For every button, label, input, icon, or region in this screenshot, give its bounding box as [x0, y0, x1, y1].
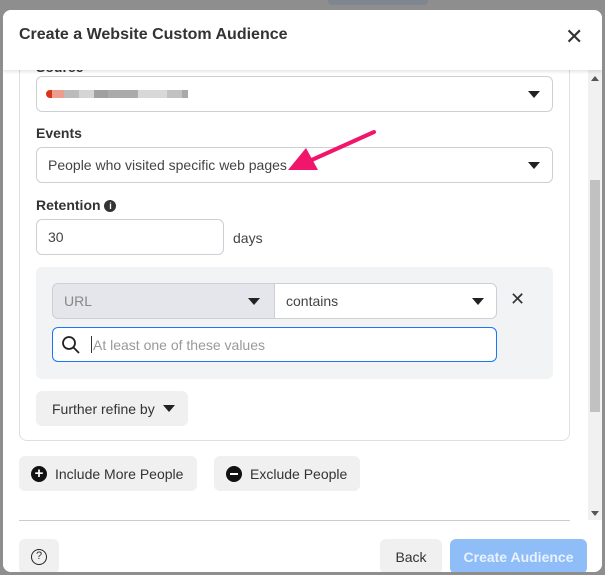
annotation-arrow — [288, 130, 376, 170]
dialog-header: Create a Website Custom Audience ✕ — [3, 10, 602, 70]
dialog-title: Create a Website Custom Audience — [19, 26, 288, 43]
close-icon[interactable]: ✕ — [565, 24, 583, 50]
